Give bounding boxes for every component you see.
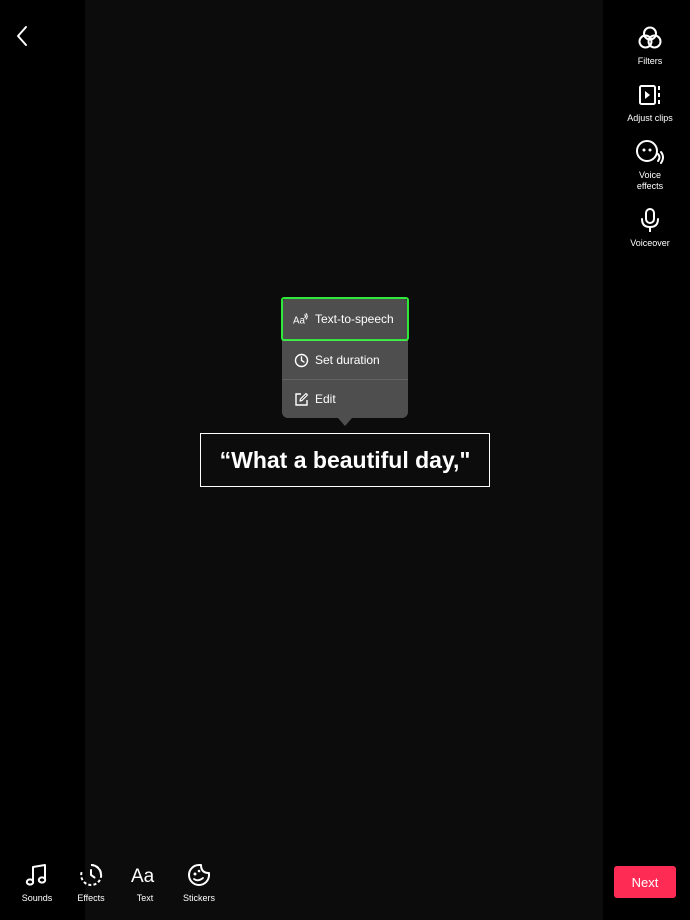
filters-button[interactable]: Filters <box>610 22 690 67</box>
voiceover-label: Voiceover <box>630 238 670 248</box>
text-aa-icon: Aa <box>130 860 160 890</box>
sounds-label: Sounds <box>21 893 53 903</box>
voice-effects-button[interactable]: Voice effects <box>610 136 690 192</box>
filters-icon <box>634 22 666 54</box>
chevron-left-icon <box>15 25 29 52</box>
effects-button[interactable]: Effects <box>64 860 118 903</box>
filters-label: Filters <box>637 56 663 66</box>
text-to-speech-label: Text-to-speech <box>315 312 394 326</box>
stickers-button[interactable]: Stickers <box>172 860 226 903</box>
voiceover-button[interactable]: Voiceover <box>610 204 690 249</box>
edit-label: Edit <box>315 392 336 406</box>
svg-text:Aa: Aa <box>293 315 306 326</box>
text-options-popup: Aa Text-to-speech Set duration Edit <box>281 297 409 426</box>
text-to-speech-icon: Aa <box>293 311 309 327</box>
voice-effects-label: Voice effects <box>636 170 664 191</box>
adjust-clips-label: Adjust clips <box>627 113 673 123</box>
caption-text-box[interactable]: “What a beautiful day," <box>200 433 490 487</box>
set-duration-label: Set duration <box>315 353 380 367</box>
adjust-clips-button[interactable]: Adjust clips <box>610 79 690 124</box>
edit-menu-item[interactable]: Edit <box>282 379 408 418</box>
text-to-speech-menu-item[interactable]: Aa Text-to-speech <box>281 297 409 341</box>
voice-effects-icon <box>634 136 666 168</box>
right-toolbar: Filters Adjust clips Voice effects Voice… <box>610 22 690 261</box>
stickers-label: Stickers <box>182 893 215 903</box>
caption-text: “What a beautiful day," <box>219 446 471 473</box>
video-editor-screen: Filters Adjust clips Voice effects Voice… <box>0 0 690 920</box>
clock-icon <box>293 352 309 368</box>
back-button[interactable] <box>8 22 36 54</box>
edit-icon <box>293 391 309 407</box>
svg-text:Aa: Aa <box>131 866 155 887</box>
music-note-icon <box>22 860 52 890</box>
next-button[interactable]: Next <box>614 866 676 898</box>
set-duration-menu-item[interactable]: Set duration <box>282 340 408 379</box>
effects-timer-icon <box>76 860 106 890</box>
bottom-toolbar: Sounds Effects Aa Text Stickers <box>10 860 226 903</box>
effects-label: Effects <box>77 893 105 903</box>
microphone-icon <box>634 204 666 236</box>
sounds-button[interactable]: Sounds <box>10 860 64 903</box>
adjust-clips-icon <box>634 79 666 111</box>
sticker-icon <box>184 860 214 890</box>
text-button[interactable]: Aa Text <box>118 860 172 903</box>
text-label: Text <box>136 893 154 903</box>
